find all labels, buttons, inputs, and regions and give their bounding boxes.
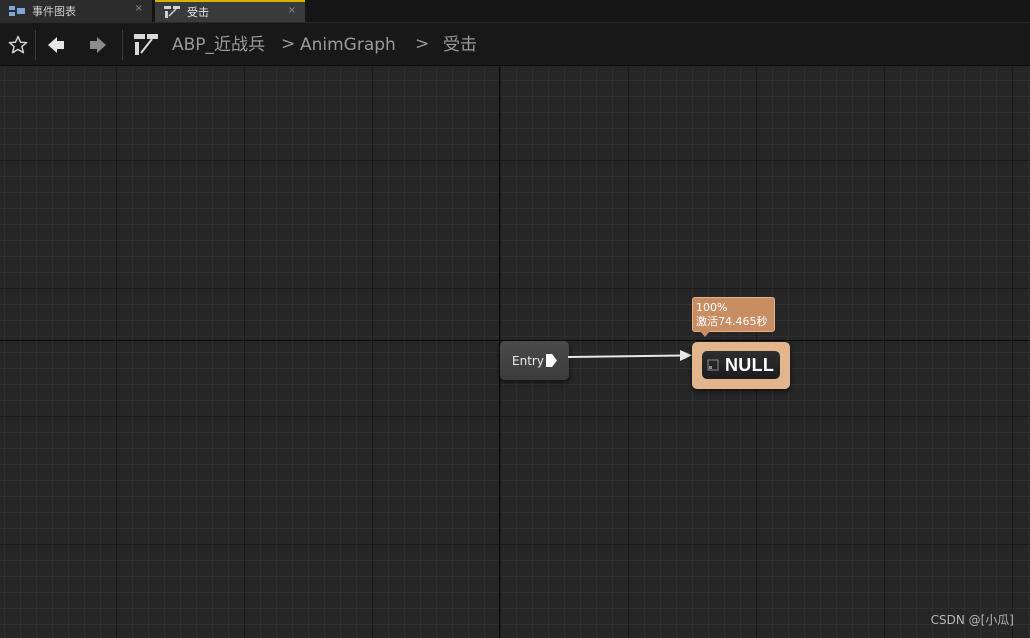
state-machine-icon — [164, 6, 180, 18]
state-node-body: NULL — [702, 351, 780, 379]
tab-event-graph[interactable]: 事件图表 × — [0, 0, 153, 22]
state-node[interactable]: NULL — [692, 342, 790, 389]
star-icon — [8, 35, 28, 54]
tab-label: 事件图表 — [32, 5, 76, 18]
breadcrumb-separator: > — [415, 34, 430, 54]
graph-type-icon — [132, 32, 160, 58]
breadcrumb-separator: > — [281, 34, 296, 54]
arrow-left-icon — [48, 37, 64, 53]
graph-canvas[interactable]: Entry 100% 激活74.465秒 NULL CSDN @[小瓜] — [0, 67, 1030, 638]
toolbar-divider — [122, 30, 123, 60]
favorite-button[interactable] — [5, 32, 31, 58]
forward-button[interactable] — [85, 32, 111, 58]
state-debug-tooltip: 100% 激活74.465秒 — [692, 297, 775, 332]
toolbar: ABP_近战兵 > AnimGraph > 受击 — [0, 22, 1030, 66]
state-active-time-text: 激活74.465秒 — [696, 315, 768, 328]
state-node-label: NULL — [725, 354, 775, 375]
breadcrumb-animgraph[interactable]: AnimGraph — [300, 35, 396, 55]
back-button[interactable] — [43, 32, 69, 58]
entry-node[interactable]: Entry — [500, 341, 569, 380]
event-graph-icon — [9, 5, 25, 17]
tab-bar: 事件图表 × 受击 × — [0, 0, 1030, 22]
arrow-right-icon — [90, 37, 106, 53]
close-icon[interactable]: × — [135, 3, 143, 14]
tooltip-pointer — [700, 331, 710, 337]
state-weight-text: 100% — [696, 301, 728, 314]
toolbar-divider — [35, 30, 36, 60]
exec-pin-icon[interactable] — [546, 354, 557, 367]
transition-arrow[interactable] — [566, 349, 694, 365]
tab-state[interactable]: 受击 × — [155, 0, 305, 22]
close-icon[interactable]: × — [288, 5, 296, 16]
tab-label: 受击 — [187, 6, 209, 19]
breadcrumb-current[interactable]: 受击 — [443, 35, 477, 55]
breadcrumb-blueprint[interactable]: ABP_近战兵 — [172, 35, 265, 55]
entry-node-label: Entry — [512, 353, 544, 368]
state-icon — [707, 359, 719, 371]
watermark: CSDN @[小瓜] — [930, 613, 1014, 627]
